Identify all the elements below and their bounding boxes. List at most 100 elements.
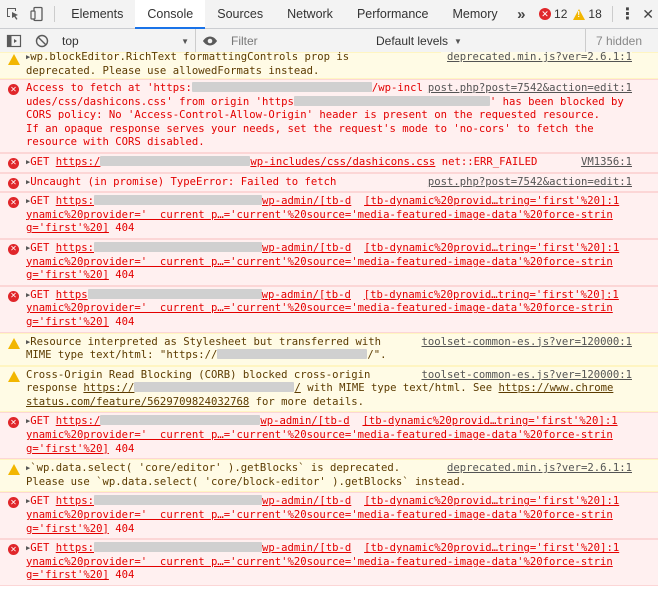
console-message-error[interactable]: ✕ Access to fetch at 'https: /wp-incl ude… bbox=[0, 79, 658, 153]
settings-menu-icon[interactable]: ⋮ bbox=[617, 0, 639, 28]
request-url[interactable]: g='first'%20] bbox=[26, 316, 109, 328]
device-toolbar-icon[interactable] bbox=[25, 0, 50, 28]
request-url[interactable]: g='first'%20] bbox=[26, 443, 109, 455]
request-url[interactable]: g='first'%20] bbox=[26, 222, 109, 234]
error-icon: ✕ bbox=[8, 84, 19, 95]
redacted-url bbox=[94, 542, 263, 553]
request-url[interactable]: https: bbox=[56, 195, 94, 207]
request-url[interactable]: g='first'%20] bbox=[26, 569, 109, 581]
console-message-warning[interactable]: ▶wp.blockEditor.RichText formattingContr… bbox=[0, 52, 658, 79]
redacted-url bbox=[94, 195, 263, 206]
console-message-error[interactable]: ✕ ▶GET https wp-admin/[tb-d [tb-dynamic%2… bbox=[0, 285, 658, 333]
request-url[interactable]: [tb-dynamic%20provid…tring='first'%20]:1 bbox=[364, 242, 619, 254]
request-url[interactable]: ynamic%20provider=' current p…='current'… bbox=[26, 509, 634, 523]
source-link[interactable]: post.php?post=7542&action=edit:1 bbox=[421, 82, 632, 96]
request-url[interactable]: [tb-dynamic%20provid…tring='first'%20]:1 bbox=[364, 542, 619, 554]
request-url[interactable]: g='first'%20] bbox=[26, 269, 109, 281]
inspect-element-icon[interactable] bbox=[0, 0, 25, 28]
message-text: Please use `wp.data.select( 'core/block-… bbox=[26, 475, 467, 488]
message-text: GET bbox=[30, 241, 56, 254]
console-message-error[interactable]: ✕ ▶GET https: wp-admin/[tb-d [tb-dynamic%… bbox=[0, 238, 658, 286]
console-message-warning[interactable]: ▶Resource interpreted as Stylesheet but … bbox=[0, 332, 658, 366]
error-icon: ✕ bbox=[8, 177, 19, 189]
console-message-error[interactable]: ✕ ▶GET https:/wp-admin/[tb-d [tb-dynamic… bbox=[0, 412, 658, 460]
message-text: MIME type text/html: "https:// bbox=[26, 349, 218, 362]
live-expression-eye-icon[interactable] bbox=[196, 33, 224, 49]
source-link[interactable]: deprecated.min.js?ver=2.6.1:1 bbox=[441, 462, 632, 476]
filter-input[interactable]: Filter bbox=[226, 32, 368, 51]
console-message-error[interactable]: ✕ ▶GET https:/wp-includes/css/dashicons.… bbox=[0, 152, 658, 173]
request-url[interactable]: wp-admin/[tb-d bbox=[260, 415, 349, 427]
console-messages[interactable]: ▶wp.blockEditor.RichText formattingContr… bbox=[0, 52, 658, 595]
source-link[interactable]: post.php?post=7542&action=edit:1 bbox=[421, 175, 632, 190]
context-selector[interactable]: top ▼ bbox=[56, 29, 196, 53]
console-message-warning[interactable]: ▶`wp.data.select( 'core/editor' ).getBlo… bbox=[0, 459, 658, 493]
error-icon: ✕ bbox=[8, 243, 19, 255]
message-text: GET bbox=[30, 542, 56, 555]
request-url[interactable]: https: bbox=[56, 242, 94, 254]
request-url[interactable]: ynamic%20provider=' current p…='current'… bbox=[26, 556, 634, 570]
console-message-warning[interactable]: Cross-Origin Read Blocking (CORB) blocke… bbox=[0, 365, 658, 413]
message-text: Access to fetch at 'https: bbox=[26, 82, 192, 94]
source-link[interactable]: toolset-common-es.js?ver=120000:1 bbox=[415, 335, 632, 350]
request-url[interactable]: [tb-dynamic%20provid…tring='first'%20]:1 bbox=[364, 495, 619, 507]
request-url[interactable]: wp-admin/[tb-d bbox=[262, 495, 351, 507]
message-text: udes/css/dashicons.css' from origin 'htt… bbox=[26, 95, 294, 108]
tab-network[interactable]: Network bbox=[275, 0, 345, 28]
request-url[interactable]: wp-admin/[tb-d bbox=[262, 195, 351, 207]
message-text: /". bbox=[367, 349, 387, 362]
tab-console[interactable]: Console bbox=[135, 0, 206, 29]
request-url[interactable]: ynamic%20provider=' current p…='current'… bbox=[26, 429, 634, 443]
status-code: 404 bbox=[108, 222, 135, 235]
console-message-error[interactable]: ✕ ▶GET https: wp-admin/[tb-d [tb-dynamic%… bbox=[0, 192, 658, 239]
redacted-url bbox=[217, 349, 368, 360]
redacted-url bbox=[94, 241, 263, 252]
console-message-error[interactable]: ✕ ▶Uncaught (in promise) TypeError: Fail… bbox=[0, 172, 658, 193]
warning-icon bbox=[8, 464, 20, 476]
request-url[interactable]: [tb-dynamic%20provid…tring='first'%20]:1 bbox=[362, 415, 617, 427]
request-url[interactable]: g='first'%20] bbox=[26, 523, 109, 535]
message-text: Cross-Origin Read Blocking (CORB) blocke… bbox=[26, 368, 371, 381]
issue-counters[interactable]: ✕ 12 ! 18 bbox=[533, 0, 608, 28]
console-message-error[interactable]: ✕ ▶GET https: wp-admin/[tb-d [tb-dynamic%… bbox=[0, 492, 658, 540]
message-text: ' has been blocked by bbox=[489, 95, 624, 108]
help-link[interactable]: https://www.chrome bbox=[499, 382, 614, 394]
devtools-tab-bar: Elements Console Sources Network Perform… bbox=[0, 0, 658, 29]
status-code: 404 bbox=[108, 442, 135, 455]
warning-count-icon: ! bbox=[573, 8, 586, 20]
console-message-error[interactable]: ✕ ▶GET https: wp-admin/[tb-d [tb-dynamic%… bbox=[0, 539, 658, 586]
message-text: response bbox=[26, 382, 84, 395]
tab-memory[interactable]: Memory bbox=[441, 0, 510, 28]
request-url[interactable]: https:// bbox=[83, 382, 134, 394]
tab-performance[interactable]: Performance bbox=[345, 0, 441, 28]
source-link[interactable]: VM1356:1 bbox=[574, 155, 632, 170]
request-url[interactable]: [tb-dynamic%20provid…tring='first'%20]:1 bbox=[364, 195, 619, 207]
close-icon[interactable]: ✕ bbox=[638, 0, 658, 28]
request-url[interactable]: [tb-dynamic%20provid…tring='first'%20]:1 bbox=[364, 289, 619, 301]
request-url[interactable]: https bbox=[56, 289, 88, 301]
request-url[interactable]: wp-admin/[tb-d bbox=[262, 289, 351, 301]
message-text: GET bbox=[30, 288, 56, 301]
request-url[interactable]: https:/ bbox=[56, 156, 101, 168]
redacted-url bbox=[100, 415, 261, 426]
error-count-icon: ✕ bbox=[539, 8, 552, 20]
tab-elements[interactable]: Elements bbox=[59, 0, 135, 28]
request-url[interactable]: ynamic%20provider=' current p…='current'… bbox=[26, 256, 634, 270]
source-link[interactable]: deprecated.min.js?ver=2.6.1:1 bbox=[441, 52, 632, 65]
request-url[interactable]: https: bbox=[56, 495, 94, 507]
tab-sources[interactable]: Sources bbox=[205, 0, 275, 28]
help-link[interactable]: status.com/feature/5629709824032768 bbox=[26, 396, 249, 408]
clear-console-icon[interactable] bbox=[28, 33, 56, 49]
request-url[interactable]: ynamic%20provider=' current p…='current'… bbox=[26, 302, 634, 316]
source-link[interactable]: toolset-common-es.js?ver=120000:1 bbox=[415, 368, 632, 383]
request-url[interactable]: ynamic%20provider=' current p…='current'… bbox=[26, 209, 634, 223]
request-url[interactable]: wp-admin/[tb-d bbox=[262, 542, 351, 554]
redacted-url bbox=[293, 95, 490, 106]
request-url[interactable]: wp-admin/[tb-d bbox=[262, 242, 351, 254]
log-levels-dropdown[interactable]: Default levels ▼ bbox=[370, 34, 468, 48]
sidebar-toggle-icon[interactable] bbox=[0, 33, 28, 49]
request-url[interactable]: https:/ bbox=[56, 415, 101, 427]
request-url[interactable]: wp-includes/css/dashicons.css bbox=[250, 156, 435, 168]
more-tabs-chevron-icon[interactable]: » bbox=[510, 0, 533, 28]
request-url[interactable]: https: bbox=[56, 542, 94, 554]
